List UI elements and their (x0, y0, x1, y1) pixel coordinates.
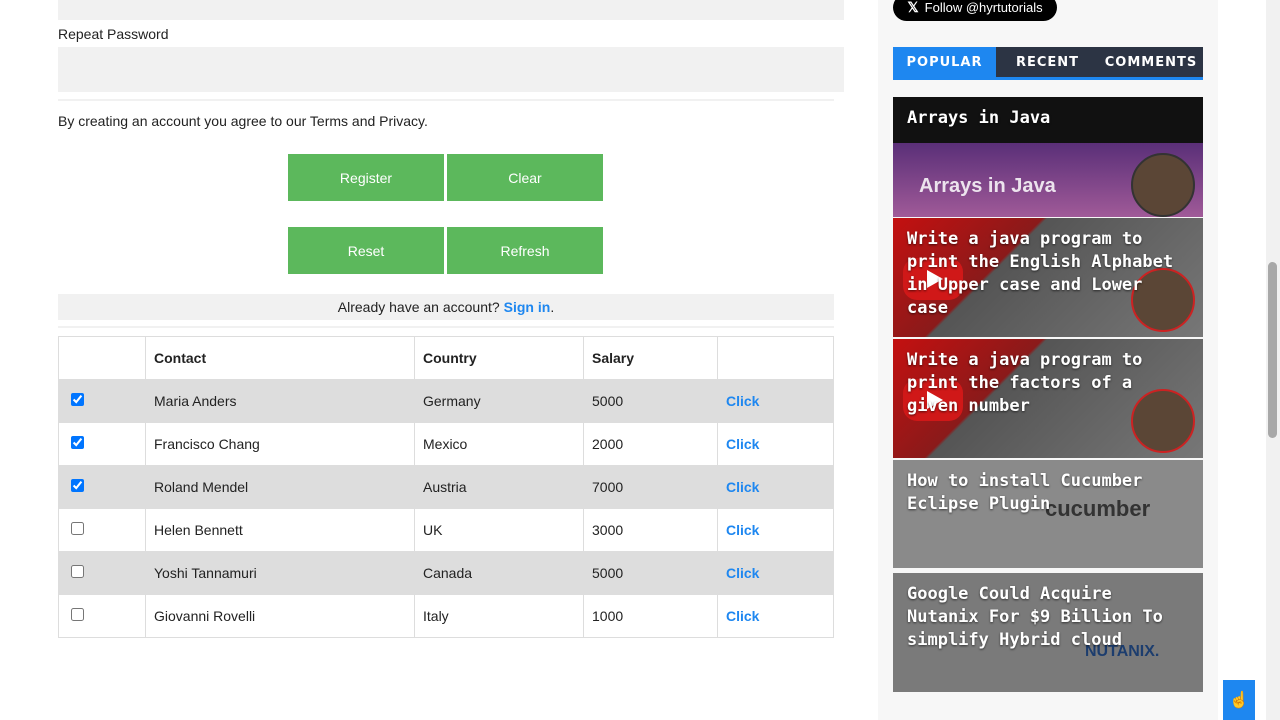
country-cell: Italy (414, 594, 584, 638)
post-title[interactable]: How to install Cucumber Eclipse Plugin (907, 470, 1189, 516)
salary-cell: 2000 (583, 422, 718, 466)
divider (58, 326, 834, 328)
action-cell: Click (717, 551, 834, 595)
salary-cell: 5000 (583, 551, 718, 595)
click-link[interactable]: Click (726, 522, 759, 538)
popular-post[interactable]: Arrays in Java Arrays in Java (893, 97, 1203, 217)
row-checkbox[interactable] (71, 393, 84, 406)
contact-cell: Giovanni Rovelli (145, 594, 415, 638)
pointer-hand-icon: ☝ (1229, 692, 1249, 709)
action-cell: Click (717, 422, 834, 466)
table-row: Maria Anders Germany 5000 Click (58, 379, 834, 423)
contact-cell: Francisco Chang (145, 422, 415, 466)
click-link[interactable]: Click (726, 565, 759, 581)
sidebar-tabs: POPULAR RECENT COMMENTS (893, 47, 1203, 80)
post-title[interactable]: Write a java program to print the factor… (907, 349, 1189, 418)
x-logo-icon: 𝕏 (907, 0, 919, 15)
action-cell: Click (717, 379, 834, 423)
tab-popular[interactable]: POPULAR (893, 47, 996, 77)
header-country: Country (414, 336, 584, 380)
row-checkbox[interactable] (71, 608, 84, 621)
tab-comments[interactable]: COMMENTS (1099, 47, 1203, 77)
select-cell (58, 465, 146, 509)
table-row: Helen Bennett UK 3000 Click (58, 508, 834, 552)
table-header-row: Contact Country Salary (58, 336, 834, 380)
popular-post[interactable]: NUTANIX. Google Could Acquire Nutanix Fo… (893, 573, 1203, 692)
click-link[interactable]: Click (726, 608, 759, 624)
salary-cell: 7000 (583, 465, 718, 509)
contact-cell: Yoshi Tannamuri (145, 551, 415, 595)
refresh-button[interactable]: Refresh (447, 227, 603, 274)
scroll-to-top-button[interactable]: ☝ (1223, 680, 1255, 720)
scrollbar-thumb[interactable] (1268, 262, 1277, 438)
terms-text: By creating an account you agree to our … (58, 113, 428, 129)
row-checkbox[interactable] (71, 522, 84, 535)
contact-cell: Helen Bennett (145, 508, 415, 552)
click-link[interactable]: Click (726, 393, 759, 409)
row-checkbox[interactable] (71, 479, 84, 492)
click-link[interactable]: Click (726, 436, 759, 452)
clear-button[interactable]: Clear (447, 154, 603, 201)
post-title[interactable]: Arrays in Java (907, 107, 1189, 130)
salary-cell: 3000 (583, 508, 718, 552)
select-cell (58, 379, 146, 423)
reset-button[interactable]: Reset (288, 227, 444, 274)
password-field-bottom[interactable] (58, 0, 844, 20)
select-cell (58, 594, 146, 638)
register-button[interactable]: Register (288, 154, 444, 201)
repeat-password-label: Repeat Password (58, 26, 169, 42)
post-thumb-text: Arrays in Java (919, 175, 1056, 197)
popular-post[interactable]: Write a java program to print the factor… (893, 339, 1203, 458)
follow-label: Follow @hyrtutorials (924, 0, 1043, 15)
post-title[interactable]: Google Could Acquire Nutanix For $9 Bill… (907, 583, 1189, 652)
author-avatar (1131, 153, 1195, 217)
country-cell: Canada (414, 551, 584, 595)
country-cell: Austria (414, 465, 584, 509)
action-cell: Click (717, 594, 834, 638)
contacts-table: Contact Country Salary Maria Anders Germa… (58, 336, 834, 638)
salary-cell: 5000 (583, 379, 718, 423)
popular-post[interactable]: cucumber How to install Cucumber Eclipse… (893, 460, 1203, 568)
tab-recent[interactable]: RECENT (996, 47, 1099, 77)
select-cell (58, 551, 146, 595)
header-action (717, 336, 834, 380)
select-cell (58, 508, 146, 552)
table-row: Giovanni Rovelli Italy 1000 Click (58, 594, 834, 638)
signin-bar: Already have an account? Sign in. (58, 294, 834, 320)
repeat-password-input[interactable] (58, 47, 844, 92)
click-link[interactable]: Click (726, 479, 759, 495)
contact-cell: Roland Mendel (145, 465, 415, 509)
header-select (58, 336, 146, 380)
post-title[interactable]: Write a java program to print the Englis… (907, 228, 1189, 320)
country-cell: Mexico (414, 422, 584, 466)
salary-cell: 1000 (583, 594, 718, 638)
header-salary: Salary (583, 336, 718, 380)
row-checkbox[interactable] (71, 436, 84, 449)
popular-post[interactable]: Write a java program to print the Englis… (893, 218, 1203, 337)
table-row: Roland Mendel Austria 7000 Click (58, 465, 834, 509)
table-row: Yoshi Tannamuri Canada 5000 Click (58, 551, 834, 595)
action-cell: Click (717, 508, 834, 552)
header-contact: Contact (145, 336, 415, 380)
divider (58, 99, 834, 101)
action-cell: Click (717, 465, 834, 509)
country-cell: UK (414, 508, 584, 552)
table-row: Francisco Chang Mexico 2000 Click (58, 422, 834, 466)
signin-suffix: . (550, 299, 555, 315)
signin-link[interactable]: Sign in (504, 299, 551, 315)
contact-cell: Maria Anders (145, 379, 415, 423)
twitter-follow-button[interactable]: 𝕏 Follow @hyrtutorials (893, 0, 1057, 21)
signin-prompt: Already have an account? (337, 299, 500, 315)
row-checkbox[interactable] (71, 565, 84, 578)
country-cell: Germany (414, 379, 584, 423)
select-cell (58, 422, 146, 466)
